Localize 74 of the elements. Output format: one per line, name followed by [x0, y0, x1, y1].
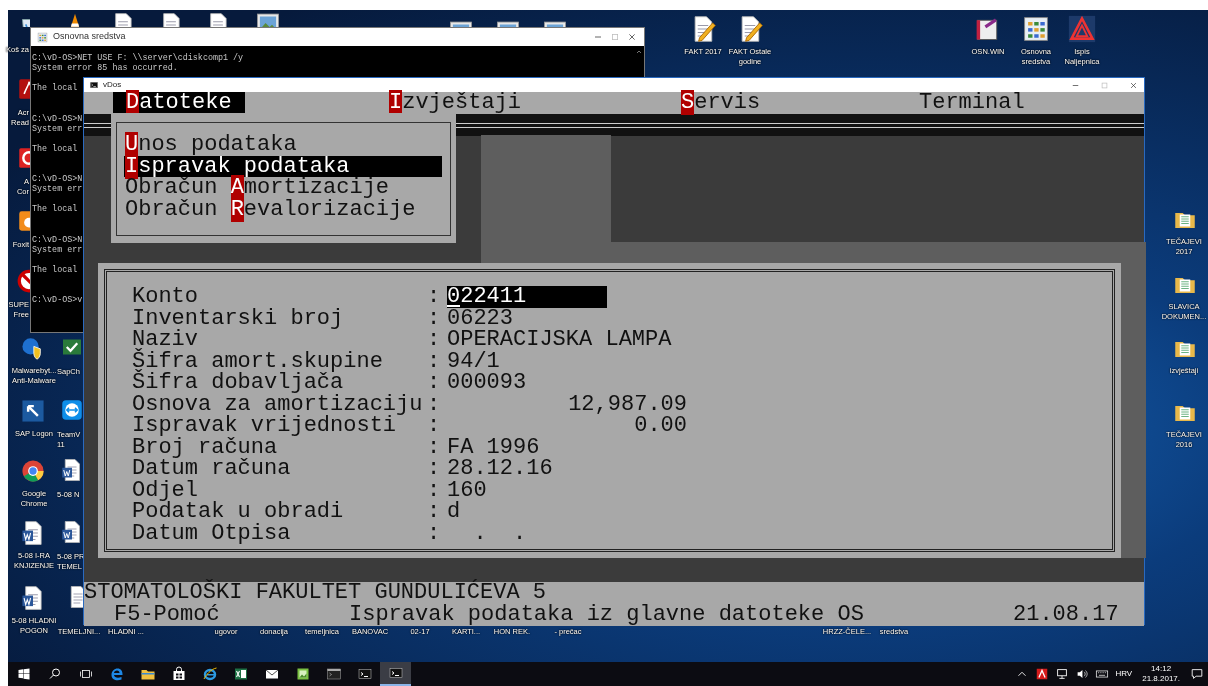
- console-line: C:\vD-OS>NET USE F: \\server\cdiskcomp1 /y: [32, 53, 244, 63]
- separator-text: :: [427, 458, 442, 480]
- terminal-icon: [325, 666, 342, 682]
- console-line: C:\vD-OS>N: [32, 113, 83, 124]
- separator-text: :: [427, 286, 442, 308]
- status-message: Ispravak podataka iz glavne datoteke OS: [349, 603, 865, 625]
- triangle-logo-icon[interactable]: [1068, 15, 1096, 43]
- separator-text: :: [427, 350, 442, 372]
- menu-item[interactable]: Datoteke: [113, 92, 245, 114]
- window-title: vDos: [103, 79, 122, 91]
- field-label: Podatak u obradi: [132, 501, 345, 523]
- close-icon[interactable]: [626, 31, 638, 43]
- language-indicator[interactable]: HRV: [1115, 668, 1133, 680]
- menu-item[interactable]: Obračun Revalorizacije: [124, 198, 442, 220]
- console-line: System err: [32, 244, 83, 255]
- separator-text: :: [427, 436, 442, 458]
- clock-date[interactable]: 21.8.2017.: [1142, 674, 1180, 684]
- app-icon[interactable]: [16, 76, 30, 102]
- field-label: Osnova za amortizaciju: [132, 393, 424, 415]
- terminal-icon: [356, 666, 373, 682]
- taskbar-button[interactable]: [380, 662, 411, 686]
- console-line: The local: [32, 83, 78, 94]
- console-line: The local: [32, 143, 78, 154]
- separator-text: :: [427, 501, 442, 523]
- field-label: Konto: [132, 286, 198, 308]
- field-label: Inventarski broj: [132, 307, 345, 329]
- institution-text: STOMATOLOŠKI FAKULTET GUNDULIĆEVA 5: [84, 580, 547, 605]
- browser-icon: [201, 666, 218, 682]
- separator-text: :: [427, 372, 442, 394]
- window-title: Osnovna sredstva: [53, 30, 126, 44]
- app-icon[interactable]: [60, 398, 83, 422]
- spreadsheet-window-icon: [37, 31, 48, 43]
- network-icon[interactable]: [1055, 667, 1070, 681]
- notification-icon[interactable]: [1190, 667, 1204, 681]
- field-value: 0.00: [634, 415, 687, 437]
- antivirus-icon[interactable]: [1035, 667, 1050, 681]
- console-line: System err: [32, 184, 83, 195]
- console-line: The local: [32, 264, 78, 276]
- field-label: Ispravak vrijednosti: [132, 415, 397, 437]
- separator-text: :: [427, 479, 442, 501]
- menu-item[interactable]: Servis: [668, 92, 774, 114]
- console-line: C:\vD-OS>N: [32, 234, 83, 245]
- console-line: C:\vD-OS>v: [32, 295, 83, 306]
- menu-item[interactable]: Izvještaji: [376, 92, 535, 114]
- menu-item[interactable]: Ispravak podataka: [124, 155, 442, 177]
- console-line: The local: [32, 204, 78, 215]
- field-label: Odjel: [132, 479, 198, 501]
- separator-text: :: [427, 393, 442, 415]
- help-hint: F5-Pomoć: [114, 603, 221, 625]
- separator-text: :: [427, 329, 442, 351]
- browser-icon[interactable]: [20, 458, 46, 484]
- console-line: System err: [32, 123, 83, 134]
- word-document-icon[interactable]: [60, 458, 83, 482]
- word-document-icon[interactable]: [60, 520, 83, 544]
- terminal-icon: [387, 665, 404, 681]
- field-value: d: [447, 499, 461, 524]
- field-value: 12,987.09: [567, 393, 687, 415]
- menu-item[interactable]: Terminal: [906, 92, 1038, 114]
- separator-text: :: [427, 415, 442, 437]
- field-label: Datum Otpisa: [132, 522, 292, 544]
- console-line: System error 85 has occurred.: [32, 63, 178, 74]
- separator-text: :: [427, 522, 442, 544]
- spreadsheet-window-icon[interactable]: [1022, 15, 1050, 43]
- spreadsheet-icon: [232, 666, 249, 682]
- console-line: C:\vD-OS>N: [32, 174, 83, 185]
- separator-text: :: [427, 307, 442, 329]
- keyboard-icon[interactable]: [1095, 667, 1110, 681]
- field-label: Broj računa: [132, 436, 278, 458]
- field-label: Datum računa: [132, 458, 292, 480]
- field-value: . .: [472, 520, 527, 546]
- input-field[interactable]: 022411: [447, 286, 607, 308]
- image-file-icon[interactable]: [255, 10, 281, 27]
- date-text: 21.08.17: [1013, 603, 1119, 625]
- clock-time[interactable]: 14:12: [1151, 664, 1172, 674]
